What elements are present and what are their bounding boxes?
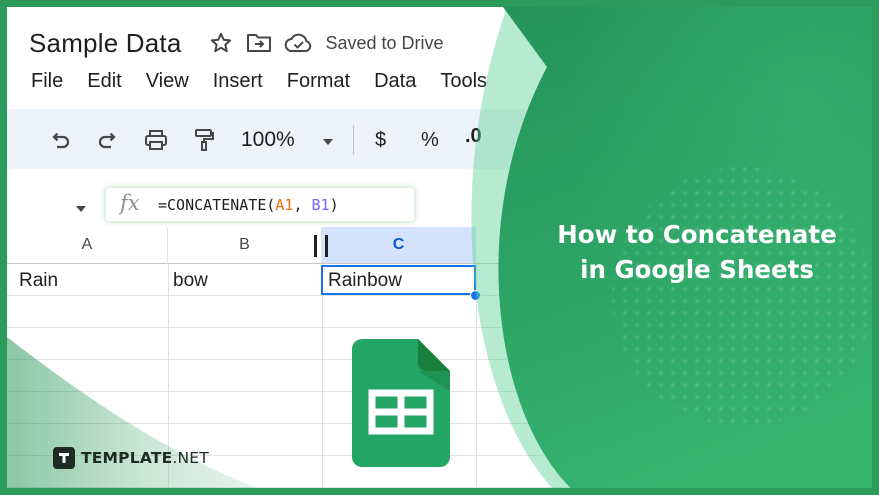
menu-data[interactable]: Data — [374, 70, 416, 93]
template-logo-icon — [53, 447, 75, 469]
article-headline: How to Concatenate in Google Sheets — [522, 217, 872, 287]
save-status: Saved to Drive — [325, 32, 444, 53]
column-header-a[interactable]: A — [7, 227, 168, 264]
toolbar-divider — [353, 125, 354, 155]
decrease-decimal-button[interactable]: .0 — [465, 125, 482, 148]
row-divider — [7, 487, 872, 488]
brand-name-bold: TEMPLATE — [81, 449, 173, 467]
headline-line-1: How to Concatenate — [557, 220, 837, 249]
selected-cell-outline — [321, 265, 476, 295]
column-resize-handle[interactable] — [314, 235, 317, 257]
row-divider — [7, 327, 872, 328]
menu-bar: File Edit View Insert Format Data Tools — [31, 67, 511, 95]
template-net-logo: TEMPLATE.NET — [53, 447, 209, 469]
column-divider — [322, 264, 323, 488]
document-title[interactable]: Sample Data — [29, 28, 182, 59]
formula-prefix: =CONCATENATE( — [158, 196, 276, 214]
google-sheets-logo-icon — [352, 339, 450, 467]
menu-format[interactable]: Format — [287, 70, 350, 93]
brand-name: TEMPLATE.NET — [81, 449, 209, 467]
name-box-dropdown-icon[interactable] — [75, 201, 87, 219]
star-icon[interactable] — [208, 30, 234, 56]
headline-line-2: in Google Sheets — [580, 255, 814, 284]
cell-a1[interactable]: Rain — [19, 270, 58, 292]
formula-input[interactable]: fx =CONCATENATE(A1, B1) — [106, 188, 414, 221]
zoom-select[interactable]: 100% — [241, 128, 295, 152]
row-divider — [7, 295, 872, 296]
formula-ref-a1: A1 — [275, 196, 294, 214]
thumbnail-frame: Sample Data Saved to Drive File Edit Vie… — [0, 0, 879, 495]
cell-b1[interactable]: bow — [173, 270, 208, 292]
move-to-folder-icon[interactable] — [246, 30, 272, 56]
menu-insert[interactable]: Insert — [213, 70, 263, 93]
brand-name-suffix: .NET — [172, 449, 209, 467]
column-header-c[interactable]: C — [322, 227, 476, 264]
percent-format-button[interactable]: % — [421, 129, 439, 152]
title-row: Sample Data Saved to Drive — [29, 25, 444, 61]
menu-edit[interactable]: Edit — [87, 70, 121, 93]
column-header-b[interactable]: B — [168, 227, 322, 264]
fx-icon: fx — [120, 191, 140, 215]
fill-handle[interactable] — [470, 290, 481, 301]
menu-view[interactable]: View — [146, 70, 189, 93]
menu-tools[interactable]: Tools — [440, 70, 487, 93]
cloud-saved-icon[interactable] — [284, 30, 314, 56]
undo-icon[interactable] — [47, 127, 73, 153]
formula-ref-b1: B1 — [311, 196, 330, 214]
toolbar: 100% $ % .0 — [7, 109, 872, 169]
formula-text: =CONCATENATE(A1, B1) — [158, 196, 339, 214]
formula-suffix: ) — [329, 196, 339, 214]
zoom-dropdown-icon[interactable] — [315, 129, 341, 155]
paint-format-icon[interactable] — [191, 127, 217, 153]
currency-format-button[interactable]: $ — [375, 129, 386, 152]
redo-icon[interactable] — [95, 127, 121, 153]
column-resize-handle[interactable] — [325, 235, 328, 257]
formula-separator: , — [293, 196, 312, 214]
menu-file[interactable]: File — [31, 70, 63, 93]
print-icon[interactable] — [143, 127, 169, 153]
